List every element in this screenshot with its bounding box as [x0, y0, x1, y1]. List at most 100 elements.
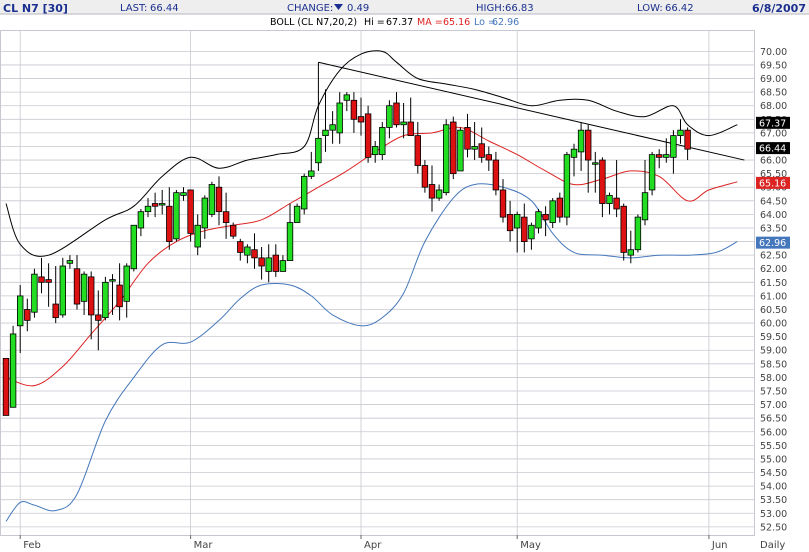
- candle-down: [506, 213, 514, 232]
- marker-value: 67.37: [759, 118, 786, 129]
- candle-down: [485, 154, 492, 161]
- candle-up: [634, 216, 642, 251]
- candle-down: [542, 213, 549, 221]
- candle-down: [45, 279, 52, 283]
- candle-down: [393, 102, 400, 126]
- candle-up: [677, 129, 684, 137]
- candle-up: [329, 124, 336, 131]
- y-tick-label: 53.50: [760, 495, 787, 506]
- candle-up: [592, 162, 599, 165]
- candle-down: [38, 276, 45, 283]
- candle-up: [130, 224, 137, 270]
- y-tick-label: 55.00: [760, 454, 787, 465]
- candle-up: [457, 129, 464, 172]
- marker-value: 66.44: [759, 144, 786, 155]
- y-tick-label: 70.00: [760, 47, 787, 58]
- y-tick-label: 69.00: [760, 74, 787, 85]
- candle-up: [514, 213, 521, 229]
- candle-up: [442, 124, 450, 194]
- y-tick-label: 57.50: [760, 387, 787, 398]
- candle-down: [2, 357, 10, 416]
- high-label: HIGH:: [476, 3, 505, 14]
- boll-label: BOLL (CL N7,20,2): [270, 17, 357, 28]
- candle-up: [9, 333, 17, 408]
- y-tick-label: 58.50: [760, 359, 787, 370]
- y-tick-label: 64.00: [760, 210, 787, 221]
- candle-up: [371, 146, 379, 156]
- candle-up: [109, 279, 116, 282]
- candle-up: [144, 205, 152, 213]
- candle-up: [570, 148, 578, 158]
- candle-up: [286, 222, 294, 261]
- y-tick-label: 66.00: [760, 156, 787, 167]
- boll-lo-value: 62.96: [492, 17, 519, 28]
- candle-down: [215, 186, 223, 213]
- candle-down: [229, 224, 237, 237]
- candle-up: [308, 170, 315, 177]
- y-tick-label: 60.00: [760, 319, 787, 330]
- symbol-label: CL N7 [30]: [3, 2, 68, 15]
- candle-down: [357, 116, 365, 123]
- candle-down: [421, 165, 429, 188]
- candle-down: [350, 99, 358, 120]
- chart-frame: CL N7 [30] LAST: 66.44 CHANGE: 0.49 HIGH…: [0, 0, 809, 552]
- candle-up: [80, 273, 88, 302]
- candle-up: [265, 257, 272, 272]
- candle-up: [173, 192, 180, 240]
- candle-up: [300, 175, 308, 210]
- candle-up: [158, 203, 166, 206]
- candle-down: [407, 121, 414, 137]
- y-tick-label: 59.50: [760, 332, 787, 343]
- candle-down: [52, 303, 59, 319]
- candle-up: [435, 189, 443, 199]
- y-tick-label: 56.00: [760, 427, 787, 438]
- candle-up: [641, 192, 649, 221]
- low-label: LOW:: [637, 3, 663, 14]
- y-tick-label: 56.50: [760, 414, 787, 425]
- candle-down: [556, 197, 563, 218]
- candle-up: [123, 265, 130, 302]
- candle-down: [464, 127, 471, 150]
- candle-down: [620, 205, 627, 253]
- boll-ma-label: MA =: [417, 17, 443, 28]
- candle-down: [24, 309, 31, 321]
- candle-up: [208, 184, 216, 215]
- candle-up: [563, 154, 571, 218]
- boll-hi-value: 67.37: [386, 17, 413, 28]
- y-tick-label: 62.50: [760, 251, 787, 262]
- y-tick-label: 52.50: [760, 522, 787, 533]
- candle-up: [549, 200, 556, 223]
- candle-down: [613, 197, 620, 210]
- y-tick-label: 63.50: [760, 223, 787, 234]
- x-tick-label: Feb: [23, 540, 41, 551]
- candle-down: [116, 284, 123, 308]
- candle-down: [95, 314, 102, 321]
- candle-down: [151, 203, 159, 207]
- x-tick-label: Mar: [194, 540, 214, 551]
- candle-down: [258, 257, 265, 267]
- candle-up: [606, 194, 613, 204]
- candle-up: [293, 205, 301, 223]
- candle-up: [336, 102, 343, 134]
- low-value: 66.42: [665, 3, 694, 14]
- y-tick-label: 59.00: [760, 346, 787, 357]
- candle-down: [251, 249, 258, 259]
- candle-down: [414, 135, 421, 166]
- y-tick-label: 60.50: [760, 305, 787, 316]
- change-label: CHANGE:: [287, 3, 333, 14]
- candle-down: [272, 254, 279, 272]
- plot-area: [0, 30, 755, 536]
- candle-down: [364, 113, 372, 158]
- candle-up: [59, 265, 66, 316]
- candle-down: [585, 129, 592, 161]
- x-axis: Daily Feb Mar Apr May Jun: [19, 535, 785, 551]
- y-tick-label: 58.00: [760, 373, 787, 384]
- candle-up: [315, 137, 322, 164]
- chart-svg: CL N7 [30] LAST: 66.44 CHANGE: 0.49 HIGH…: [0, 0, 809, 551]
- candle-down: [73, 268, 81, 305]
- change-value: 0.49: [347, 3, 369, 14]
- y-tick-label: 53.00: [760, 509, 787, 520]
- y-tick-label: 68.50: [760, 88, 787, 99]
- candle-up: [322, 129, 329, 137]
- candle-down: [187, 189, 194, 234]
